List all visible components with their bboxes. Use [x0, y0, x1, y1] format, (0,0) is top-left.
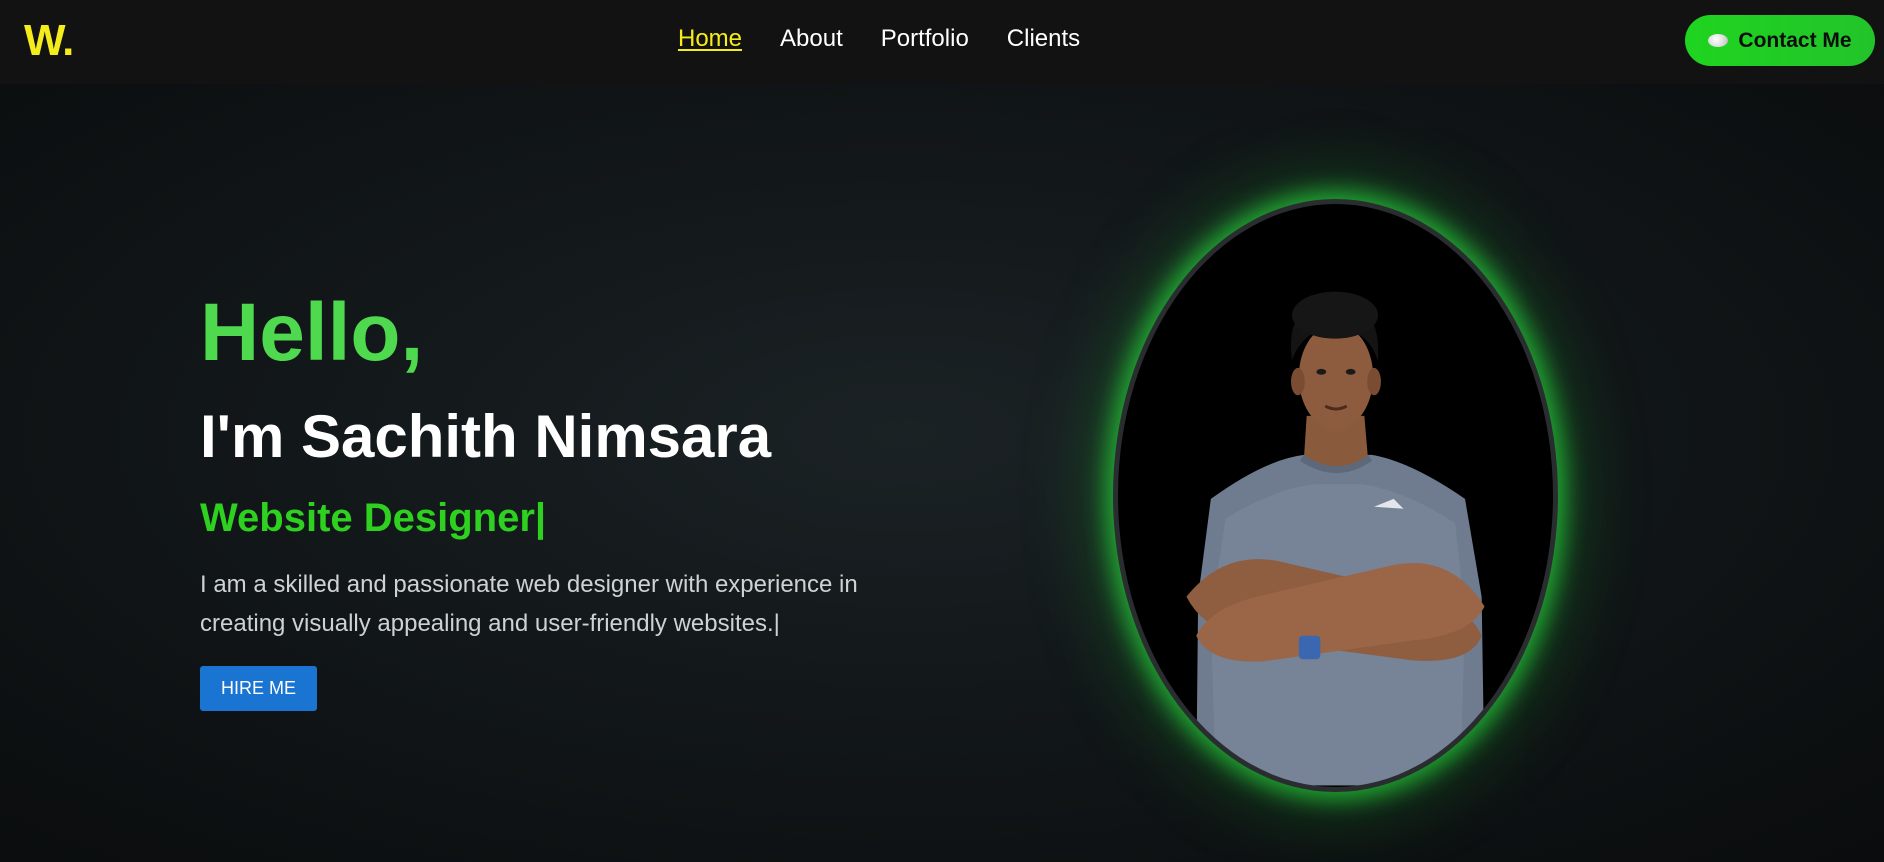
nav-link-clients[interactable]: Clients [1007, 24, 1080, 54]
hero-name: I'm Sachith Nimsara [200, 403, 772, 470]
nav-links: Home About Portfolio Clients [678, 24, 1080, 54]
nav-link-about[interactable]: About [780, 24, 843, 54]
contact-me-label: Contact Me [1738, 28, 1852, 52]
navbar: W. Home About Portfolio Clients Contact … [0, 0, 1884, 84]
chat-bubble-icon [1708, 34, 1729, 47]
hero-description: I am a skilled and passionate web design… [200, 571, 858, 637]
logo[interactable]: W. [24, 16, 74, 66]
hero-section [0, 84, 1884, 862]
hero-greeting: Hello, [200, 287, 424, 378]
hire-me-button[interactable]: HIRE ME [200, 666, 317, 711]
nav-link-home[interactable]: Home [678, 24, 742, 54]
profile-photo [1113, 199, 1558, 792]
person-illustration [1186, 291, 1485, 786]
contact-me-button[interactable]: Contact Me [1685, 15, 1875, 66]
hero-role: Website Designer| [200, 496, 547, 540]
nav-link-portfolio[interactable]: Portfolio [881, 24, 969, 54]
